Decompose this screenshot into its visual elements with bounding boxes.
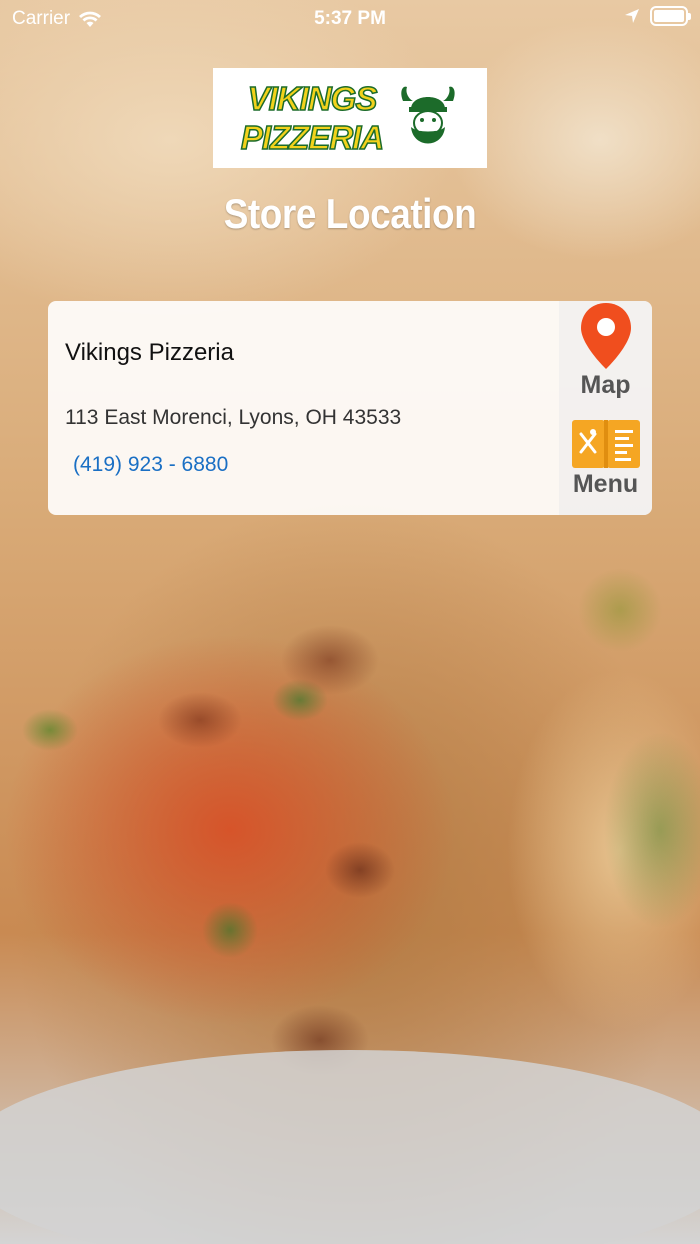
background-plate-edge [0,1050,700,1244]
status-bar: Carrier 5:37 PM [0,0,700,40]
viking-head-icon [401,86,455,144]
store-name: Vikings Pizzeria [65,339,234,366]
store-phone-link[interactable]: (419) 923 - 6880 [73,453,228,477]
menu-book-icon [571,420,640,468]
status-right [624,6,691,26]
logo-line1: VIKINGS [247,80,378,117]
card-actions: Map Menu [559,301,652,515]
store-location-card: Vikings Pizzeria 113 East Morenci, Lyons… [48,301,652,515]
status-time: 5:37 PM [314,8,386,29]
store-address[interactable]: 113 East Morenci, Lyons, OH 43533 [65,406,401,430]
menu-button-label: Menu [572,470,639,498]
location-arrow-icon [625,9,639,23]
page-title: Store Location [223,190,477,237]
logo-line2: PIZZERIA [240,119,385,156]
battery-icon [650,6,691,26]
vikings-pizzeria-logo: VIKINGS PIZZERIA [213,68,487,168]
pizza-background-image [0,0,700,1244]
map-button-label: Map [580,371,631,399]
map-pin-icon [580,303,631,369]
map-button[interactable]: Map [559,301,652,400]
logo-wordmark: VIKINGS PIZZERIA [240,80,385,156]
battery-fill [654,10,684,22]
menu-button[interactable]: Menu [559,418,652,499]
